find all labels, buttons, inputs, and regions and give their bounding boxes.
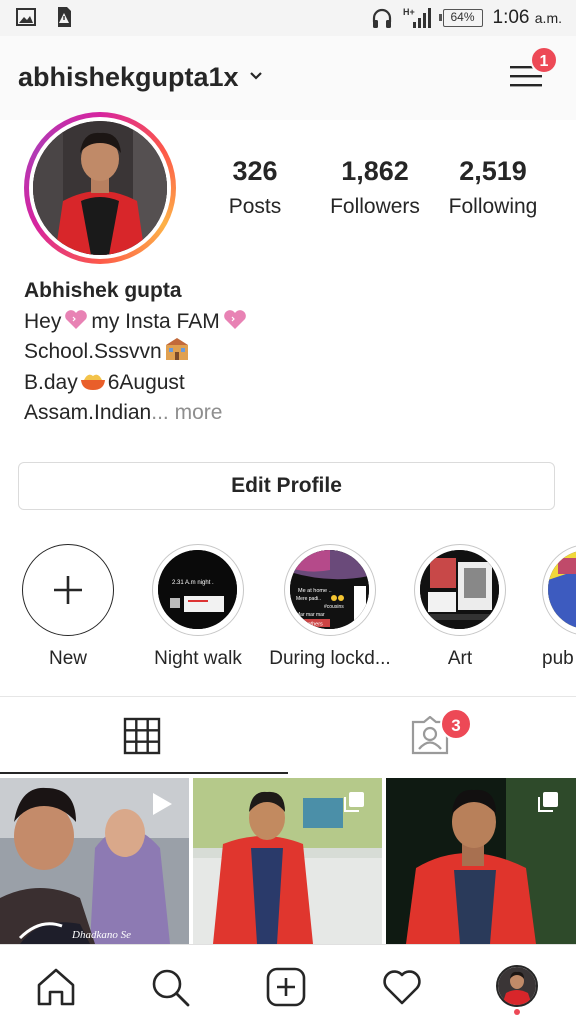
stat-following[interactable]: 2,519 Following	[440, 156, 546, 219]
highlight-label: Art	[447, 648, 473, 669]
highlight-during-lockdown[interactable]: Me at home .. Mere padi.. #cousins Mar m…	[269, 544, 391, 669]
signal-icon: H+	[403, 7, 431, 28]
stat-followers[interactable]: 1,862 Followers	[320, 156, 430, 219]
posts-label: Posts	[228, 195, 282, 218]
bio-more-link[interactable]: ... more	[151, 401, 222, 424]
tagged-notification-badge: 3	[440, 708, 472, 740]
search-icon[interactable]	[148, 965, 192, 1009]
highlight-pub[interactable]: pub	[538, 544, 576, 684]
menu-notification-badge: 1	[530, 46, 558, 74]
noodle-bowl-icon	[80, 374, 105, 390]
bio-line-1-end: my Insta FAM	[91, 309, 220, 333]
sparkling-heart-icon	[223, 309, 246, 329]
highlight-cover-text: Brothers	[302, 622, 323, 628]
username-switcher[interactable]: abhishekgupta1x	[18, 62, 239, 93]
avatar-photo	[33, 121, 167, 255]
carousel-icon	[344, 792, 364, 812]
highlight-cover	[420, 550, 499, 629]
profile-header: abhishekgupta1x 1	[0, 36, 576, 120]
grid-icon[interactable]	[122, 716, 162, 756]
following-count: 2,519	[459, 156, 527, 186]
post-thumbnail[interactable]	[386, 778, 576, 944]
carousel-icon	[538, 792, 558, 812]
post-thumbnail[interactable]: Dhadkano Se	[0, 778, 189, 944]
bio-line-3-start: B.day	[24, 370, 78, 394]
profile-bio: Abhishek gupta Hey my Insta FAM School.Ss…	[24, 276, 250, 429]
edit-profile-button[interactable]: Edit Profile	[18, 462, 555, 510]
bio-line-3: B.day 6August	[24, 368, 250, 399]
bio-line-4[interactable]: Assam.Indian... more	[24, 398, 250, 429]
profile-avatar-icon[interactable]	[496, 965, 538, 1007]
highlight-label: pub	[542, 648, 574, 669]
highlight-cover-text: Me at home ..	[298, 588, 332, 594]
tabs-divider	[0, 696, 576, 697]
bio-line-4-text: Assam.Indian	[24, 401, 152, 424]
sparkling-heart-icon	[65, 309, 88, 329]
followers-label: Followers	[330, 195, 420, 218]
highlight-cover	[548, 550, 576, 629]
stat-posts[interactable]: 326 Posts	[205, 156, 305, 219]
new-post-icon[interactable]	[264, 965, 308, 1009]
image-icon	[16, 8, 36, 26]
home-icon[interactable]	[34, 965, 78, 1009]
video-play-icon	[153, 793, 172, 815]
headphones-icon	[372, 8, 391, 28]
activity-heart-icon[interactable]	[380, 965, 424, 1009]
post-thumbnail[interactable]	[193, 778, 382, 944]
battery-icon: 64%	[438, 9, 483, 27]
bio-line-2-text: School.Sssvvn	[24, 340, 162, 363]
network-type-label: H+	[403, 7, 415, 17]
clock: 1:06 a.m.	[493, 7, 563, 29]
bottom-navigation	[0, 944, 576, 1024]
school-icon	[165, 338, 188, 360]
bio-line-3-end: 6August	[107, 370, 185, 394]
profile-active-dot	[514, 1009, 520, 1015]
profile-avatar[interactable]	[24, 112, 176, 264]
post-caption: Dhadkano Se	[71, 929, 131, 941]
bio-line-2: School.Sssvvn	[24, 337, 250, 368]
highlight-cover-text: Mere padi..	[296, 596, 321, 602]
chevron-down-icon[interactable]	[248, 68, 264, 84]
plus-icon	[53, 575, 82, 604]
status-bar: H+ 64% 1:06 a.m.	[0, 0, 576, 36]
bio-line-1: Hey my Insta FAM	[24, 307, 250, 338]
highlight-art[interactable]: Art	[408, 544, 512, 669]
highlight-cover: Me at home .. Mere padi.. #cousins Mar m…	[290, 550, 369, 629]
display-name: Abhishek gupta	[24, 279, 182, 302]
highlight-night-walk[interactable]: 2.31 A.m night . Night walk	[146, 544, 250, 669]
highlight-new[interactable]: New	[16, 544, 120, 669]
highlight-cover-text: Mar mar mar	[296, 612, 325, 618]
sim-alert-icon	[58, 7, 71, 27]
highlight-cover-text: #cousins	[324, 604, 344, 610]
highlight-cover-text: 2.31 A.m night .	[172, 580, 214, 586]
bio-line-1-start: Hey	[24, 309, 62, 333]
clock-suffix: a.m.	[534, 10, 562, 26]
active-tab-indicator	[0, 772, 288, 774]
followers-count: 1,862	[341, 156, 409, 186]
posts-count: 326	[232, 156, 278, 186]
clock-time: 1:06	[492, 7, 530, 28]
battery-level: 64%	[450, 10, 475, 24]
highlight-cover: 2.31 A.m night .	[158, 550, 237, 629]
following-label: Following	[448, 195, 538, 218]
